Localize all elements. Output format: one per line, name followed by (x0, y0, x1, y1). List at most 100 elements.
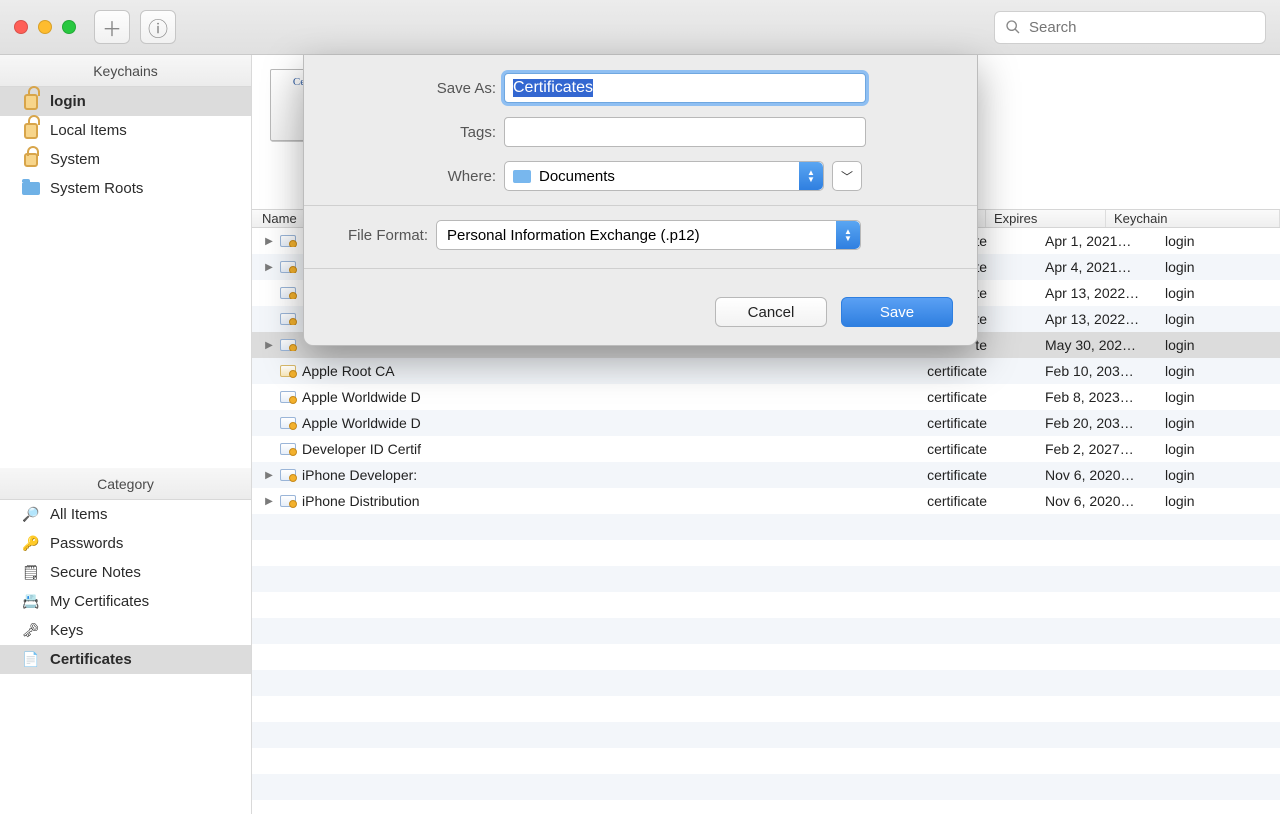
row-keychain: login (1157, 389, 1280, 405)
category-label: Certificates (50, 651, 132, 668)
row-kind: certificate (712, 467, 1037, 483)
sidebar: Keychains login Local Items System System R… (0, 55, 252, 814)
category-item[interactable]: 📇 My Certificates (0, 587, 251, 616)
category-header: Category (0, 468, 251, 500)
category-item[interactable]: 🔑 Passwords (0, 529, 251, 558)
table-row[interactable]: Apple Worldwide D certificateFeb 20, 203…… (252, 410, 1280, 436)
save-sheet: Save As: Tags: Where: Documents ▲▼ ﹀ Fil… (303, 55, 978, 346)
search-field[interactable] (994, 11, 1266, 44)
close-icon[interactable] (14, 20, 28, 34)
category-icon: 🔑 (22, 535, 40, 553)
keychains-header: Keychains (0, 55, 251, 87)
row-name: Developer ID Certif (302, 441, 421, 457)
disclosure-icon[interactable]: ▶ (264, 262, 274, 273)
row-name: Apple Worldwide D (302, 415, 421, 431)
minimize-icon[interactable] (38, 20, 52, 34)
table-row[interactable]: Developer ID CertifcertificateFeb 2, 202… (252, 436, 1280, 462)
info-icon: ⓘ (148, 13, 168, 42)
category-item[interactable]: 🗒 Secure Notes (0, 558, 251, 587)
keychain-item[interactable]: Local Items (0, 116, 251, 145)
file-format-value: Personal Information Exchange (.p12) (447, 227, 700, 244)
search-input[interactable] (1029, 19, 1255, 36)
save-as-label: Save As: (328, 80, 496, 97)
certificate-icon (280, 443, 296, 455)
row-name: Apple Worldwide D (302, 389, 421, 405)
category-item[interactable]: 🔎All Items (0, 500, 251, 529)
disclosure-icon[interactable]: ▶ (264, 236, 274, 247)
row-name: iPhone Distribution (302, 493, 420, 509)
certificate-icon (280, 417, 296, 429)
certificate-icon (280, 313, 296, 325)
info-button[interactable]: ⓘ (140, 10, 176, 44)
row-expires: May 30, 202… (1037, 337, 1157, 353)
expand-button[interactable]: ﹀ (832, 161, 862, 191)
search-icon (1005, 19, 1021, 35)
row-keychain: login (1157, 363, 1280, 379)
row-name: iPhone Developer: (302, 467, 417, 483)
stepper-icon: ▲▼ (799, 162, 823, 190)
certificate-icon (280, 469, 296, 481)
row-keychain: login (1157, 493, 1280, 509)
certificate-icon (280, 287, 296, 299)
row-name: Apple Root CA (302, 363, 395, 379)
table-row[interactable]: Apple Worldwide DcertificateFeb 8, 2023…… (252, 384, 1280, 410)
lock-open-icon (22, 122, 40, 140)
row-expires: Feb 2, 2027… (1037, 441, 1157, 457)
where-select[interactable]: Documents ▲▼ (504, 161, 824, 191)
certificate-icon (280, 495, 296, 507)
add-button[interactable]: ＋ (94, 10, 130, 44)
col-keychain[interactable]: Keychain (1106, 210, 1280, 227)
lock-closed-icon (22, 151, 40, 169)
row-expires: Apr 1, 2021… (1037, 233, 1157, 249)
category-icon: 🗝 (22, 622, 40, 640)
keychain-item[interactable]: login (0, 87, 251, 116)
category-icon: 📇 (22, 593, 40, 611)
keychain-label: Local Items (50, 122, 127, 139)
file-format-select[interactable]: Personal Information Exchange (.p12) ▲▼ (436, 220, 861, 250)
tags-input[interactable] (504, 117, 866, 147)
table-row[interactable]: Apple Root CAcertificateFeb 10, 203…logi… (252, 358, 1280, 384)
zoom-icon[interactable] (62, 20, 76, 34)
certificate-icon (280, 261, 296, 273)
row-expires: Apr 13, 2022… (1037, 285, 1157, 301)
category-label: Secure Notes (50, 564, 141, 581)
row-expires: Nov 6, 2020… (1037, 467, 1157, 483)
row-keychain: login (1157, 441, 1280, 457)
category-item[interactable]: 🗝 Keys (0, 616, 251, 645)
category-label: My Certificates (50, 593, 149, 610)
save-button[interactable]: Save (841, 297, 953, 327)
window-controls (14, 20, 76, 34)
disclosure-icon[interactable]: ▶ (264, 496, 274, 507)
certificate-icon (280, 391, 296, 403)
category-icon: 🗒 (22, 564, 40, 582)
category-item[interactable]: 📄Certificates (0, 645, 251, 674)
row-kind: certificate (712, 389, 1037, 405)
keychain-item[interactable]: System (0, 145, 251, 174)
category-label: All Items (50, 506, 108, 523)
row-expires: Apr 13, 2022… (1037, 311, 1157, 327)
lock-open-icon (22, 93, 40, 111)
cancel-button[interactable]: Cancel (715, 297, 827, 327)
certificate-icon (280, 235, 296, 247)
row-kind: certificate (712, 363, 1037, 379)
stepper-icon: ▲▼ (836, 221, 860, 249)
where-value: Documents (539, 168, 615, 185)
category-label: Passwords (50, 535, 123, 552)
keychain-label: login (50, 93, 86, 110)
row-expires: Feb 20, 203… (1037, 415, 1157, 431)
row-kind: certificate (712, 415, 1037, 431)
table-row[interactable]: ▶iPhone DistributioncertificateNov 6, 20… (252, 488, 1280, 514)
save-as-input[interactable] (504, 73, 866, 103)
col-expires[interactable]: Expires (986, 210, 1106, 227)
row-expires: Apr 4, 2021… (1037, 259, 1157, 275)
titlebar: ＋ ⓘ (0, 0, 1280, 55)
table-row[interactable]: ▶ iPhone Developer: certificateNov 6, 2020… (252, 462, 1280, 488)
disclosure-icon[interactable]: ▶ (264, 470, 274, 481)
category-label: Keys (50, 622, 83, 639)
keychain-label: System (50, 151, 100, 168)
certificate-icon (280, 339, 296, 351)
tags-label: Tags: (328, 124, 496, 141)
disclosure-icon[interactable]: ▶ (264, 340, 274, 351)
file-format-label: File Format: (328, 227, 428, 244)
keychain-item[interactable]: System Roots (0, 174, 251, 203)
